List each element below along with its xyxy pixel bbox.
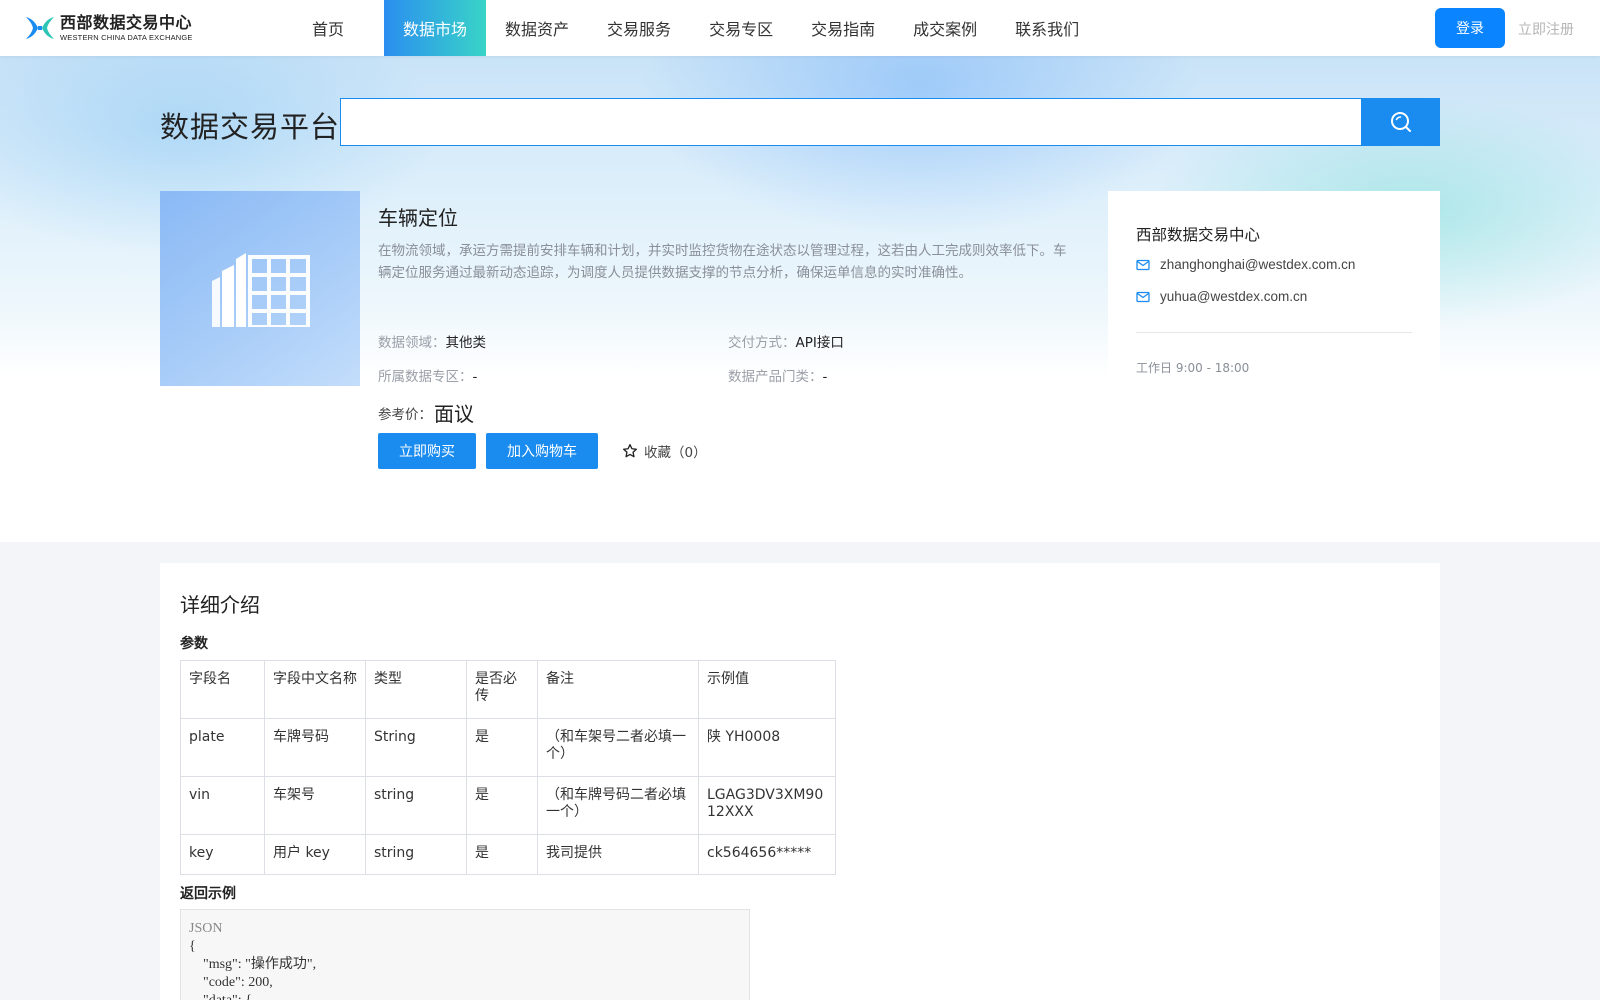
search-button[interactable] — [1361, 98, 1440, 146]
column-header: 是否必传 — [466, 660, 538, 719]
nav-item-trade-services[interactable]: 交易服务 — [588, 0, 690, 56]
meta-label: 数据领域： — [378, 335, 446, 351]
table-cell: String — [365, 718, 467, 777]
nav-item-data-assets[interactable]: 数据资产 — [486, 0, 588, 56]
nav-item-trade-zone[interactable]: 交易专区 — [690, 0, 792, 56]
column-header: 字段名 — [180, 660, 265, 719]
code-line: "msg": "操作成功", — [189, 957, 317, 972]
code-line: "data": { — [189, 992, 741, 1000]
main-nav: 首页 数据市场 数据资产 交易服务 交易专区 交易指南 成交案例 联系我们 — [292, 0, 1098, 56]
favorite-button[interactable]: 收藏（0） — [622, 441, 707, 461]
product-image — [160, 191, 360, 386]
top-navbar: 西部数据交易中心 WESTERN CHINA DATA EXCHANGE 首页 … — [0, 0, 1600, 56]
price-label: 参考价： — [378, 407, 432, 423]
detail-section: 详细介绍 参数 字段名 字段中文名称 类型 是否必传 备注 示例值 plate … — [160, 563, 1440, 1000]
meta-label: 所属数据专区： — [378, 369, 473, 385]
search-input[interactable] — [340, 98, 1362, 146]
meta-value: 其他类 — [445, 335, 487, 351]
contact-email-row: zhanghonghai@westdex.com.cn — [1136, 257, 1355, 272]
contact-email[interactable]: zhanghonghai@westdex.com.cn — [1160, 257, 1355, 272]
table-cell: （和车牌号码二者必填一个） — [537, 776, 699, 835]
table-cell: 是 — [466, 776, 538, 835]
divider — [1136, 332, 1412, 333]
json-code-block: JSON { "msg": "操作成功", "code": 200, "data"… — [180, 909, 750, 1000]
contact-title: 西部数据交易中心 — [1136, 226, 1261, 244]
table-cell: ck564656***** — [698, 834, 836, 875]
nav-item-data-market[interactable]: 数据市场 — [384, 0, 487, 56]
table-cell: 车架号 — [264, 776, 366, 835]
meta-label: 数据产品门类： — [728, 369, 823, 385]
logo-subtitle: WESTERN CHINA DATA EXCHANGE — [60, 32, 193, 42]
add-to-cart-button[interactable]: 加入购物车 — [486, 433, 598, 469]
meta-value: - — [472, 369, 478, 385]
meta-value: API接口 — [795, 335, 844, 351]
table-cell: 陕 YH0008 — [698, 718, 836, 777]
meta-label: 交付方式： — [728, 335, 796, 351]
search-icon — [1390, 112, 1411, 132]
star-icon — [623, 444, 637, 458]
table-header-row: 字段名 字段中文名称 类型 是否必传 备注 示例值 — [180, 660, 836, 719]
nav-item-cases[interactable]: 成交案例 — [894, 0, 996, 56]
contact-email[interactable]: yuhua@westdex.com.cn — [1160, 289, 1307, 304]
table-cell: 我司提供 — [537, 834, 699, 875]
nav-item-home[interactable]: 首页 — [292, 0, 364, 56]
code-line: "code": 200, — [189, 975, 273, 990]
table-cell: LGAG3DV3XM9012XXX — [698, 776, 836, 835]
table-row: plate 车牌号码 String 是 （和车架号二者必填一个） 陕 YH000… — [180, 718, 836, 777]
column-header: 字段中文名称 — [264, 660, 366, 719]
logo-title: 西部数据交易中心 — [60, 12, 193, 32]
table-cell: 是 — [466, 718, 538, 777]
detail-title: 详细介绍 — [180, 593, 260, 617]
meta-value: - — [822, 369, 828, 385]
favorite-label: 收藏（0） — [644, 445, 707, 461]
price-value: 面议 — [434, 402, 474, 426]
table-cell: plate — [180, 718, 265, 777]
working-hours: 工作日 9:00 - 18:00 — [1136, 361, 1250, 375]
table-cell: 用户 key — [264, 834, 366, 875]
table-cell: string — [365, 776, 467, 835]
mail-icon — [1136, 291, 1150, 302]
meta-data-zone: 所属数据专区：- — [378, 365, 477, 385]
column-header: 类型 — [365, 660, 467, 719]
register-link[interactable]: 立即注册 — [1518, 19, 1574, 39]
params-title: 参数 — [180, 636, 208, 652]
meta-product-category: 数据产品门类：- — [728, 365, 827, 385]
contact-card: 西部数据交易中心 zhanghonghai@westdex.com.cn yuh… — [1108, 191, 1440, 427]
contact-email-row: yuhua@westdex.com.cn — [1136, 289, 1307, 304]
table-cell: string — [365, 834, 467, 875]
login-button[interactable]: 登录 — [1435, 8, 1505, 48]
product-description: 在物流领域，承运方需提前安排车辆和计划，并实时监控货物在途状态以管理过程，这若由… — [378, 243, 1067, 281]
table-row: vin 车架号 string 是 （和车牌号码二者必填一个） LGAG3DV3X… — [180, 776, 836, 835]
meta-data-domain: 数据领域：其他类 — [378, 331, 486, 351]
response-example-title: 返回示例 — [180, 886, 236, 902]
code-language-label: JSON — [189, 921, 223, 936]
params-table: 字段名 字段中文名称 类型 是否必传 备注 示例值 plate 车牌号码 Str… — [180, 660, 836, 875]
logo-mark-icon — [24, 13, 56, 43]
meta-delivery-method: 交付方式：API接口 — [728, 331, 844, 351]
building-icon — [212, 252, 310, 327]
column-header: 示例值 — [698, 660, 836, 719]
nav-item-contact[interactable]: 联系我们 — [996, 0, 1098, 56]
product-name: 车辆定位 — [378, 206, 458, 230]
platform-title: 数据交易平台 — [160, 110, 341, 144]
table-row: key 用户 key string 是 我司提供 ck564656***** — [180, 834, 836, 875]
code-line: { — [189, 939, 196, 954]
column-header: 备注 — [537, 660, 699, 719]
table-cell: 是 — [466, 834, 538, 875]
mail-icon — [1136, 259, 1150, 270]
table-cell: key — [180, 834, 265, 875]
buy-now-button[interactable]: 立即购买 — [378, 433, 476, 469]
nav-item-trade-guide[interactable]: 交易指南 — [792, 0, 894, 56]
logo[interactable]: 西部数据交易中心 WESTERN CHINA DATA EXCHANGE — [24, 13, 193, 43]
table-cell: （和车架号二者必填一个） — [537, 718, 699, 777]
table-cell: 车牌号码 — [264, 718, 366, 777]
table-cell: vin — [180, 776, 265, 835]
